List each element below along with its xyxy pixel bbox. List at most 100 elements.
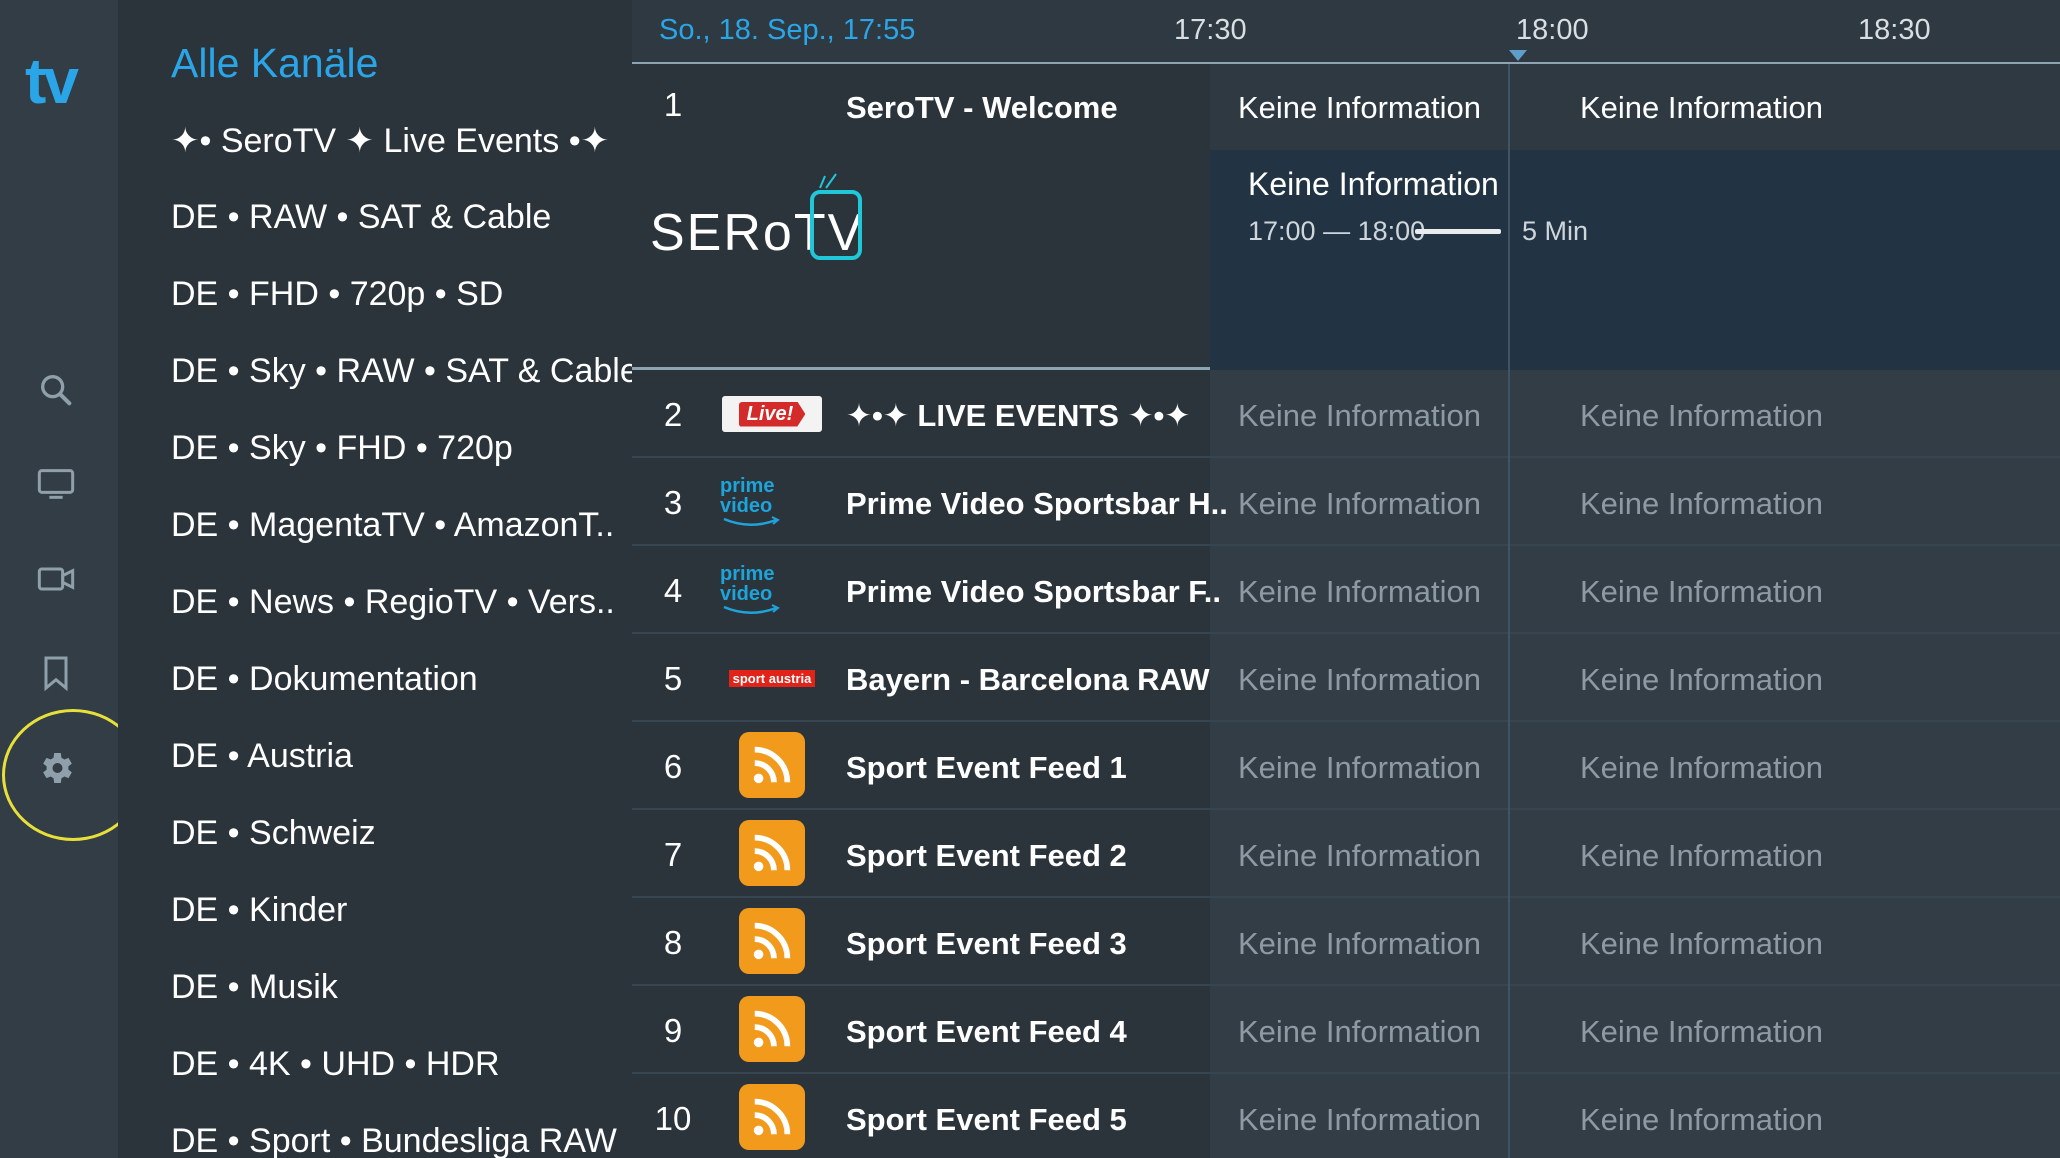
program-cell[interactable]: Keine Information [1238, 1102, 1481, 1138]
channel-row[interactable]: 3 prime video Prime Video Sportsbar H.. … [632, 458, 2060, 546]
program-cell[interactable]: Keine Information [1580, 926, 1823, 962]
time-tick: 17:30 [1174, 14, 1247, 46]
channel-number: 9 [663, 1012, 683, 1049]
channel-name: Sport Event Feed 1 [846, 750, 1127, 785]
channel-logo [720, 732, 824, 798]
now-line [1508, 64, 1510, 1158]
channel-row[interactable]: 5 sport austria Bayern - Barcelona RAW K… [632, 634, 2060, 722]
channel-name: SeroTV - Welcome [846, 90, 1118, 125]
channel-row-selected[interactable]: 1 SeroTV - Welcome SERoTV Keine Informat… [632, 64, 2060, 370]
rss-icon [753, 1010, 791, 1048]
video-camera-icon [37, 567, 75, 591]
program-cell[interactable]: Keine Information [1238, 662, 1481, 698]
program-cell[interactable]: Keine Information [1580, 1014, 1823, 1050]
program-cell[interactable]: Keine Information [1238, 486, 1481, 522]
category-item[interactable]: DE • Sky • RAW • SAT & Cable [171, 352, 632, 391]
search-icon [41, 375, 72, 406]
program-cell[interactable]: Keine Information [1580, 1102, 1823, 1138]
live-logo-text: Live! [738, 401, 806, 427]
category-item[interactable]: ✦• SeroTV ✦ Live Events •✦ [171, 121, 609, 161]
channel-number: 6 [663, 748, 683, 785]
channel-logo [720, 1084, 824, 1150]
program-cell[interactable]: Keine Information [1580, 398, 1823, 434]
channel-row[interactable]: 9 Sport Event Feed 4 Keine Information K… [632, 986, 2060, 1074]
channel-name: Prime Video Sportsbar H.. [846, 486, 1228, 521]
category-item[interactable]: DE • Austria [171, 737, 353, 776]
channel-name: Sport Event Feed 4 [846, 1014, 1127, 1049]
program-cell[interactable]: Keine Information [1580, 662, 1823, 698]
search-button[interactable] [34, 368, 78, 412]
program-cell[interactable]: Keine Information [1238, 398, 1481, 434]
program-cell[interactable]: Keine Information [1580, 574, 1823, 610]
channel-number: 7 [663, 836, 683, 873]
program-cell[interactable]: Keine Information [1580, 838, 1823, 874]
program-remaining: 5 Min [1522, 216, 1589, 246]
channel-logo [720, 908, 824, 974]
time-bar: So., 18. Sep., 17:55 17:30 18:00 18:30 [632, 0, 2060, 64]
category-item[interactable]: DE • MagentaTV • AmazonT.. [171, 506, 614, 545]
prime-video-logo-text: prime video [720, 563, 775, 605]
channel-name: Sport Event Feed 3 [846, 926, 1127, 961]
channel-row[interactable]: 10 Sport Event Feed 5 Keine Information … [632, 1074, 2060, 1158]
current-date-time: So., 18. Sep., 17:55 [659, 14, 916, 46]
category-item[interactable]: DE • FHD • 720p • SD [171, 275, 503, 314]
category-list: Alle Kanäle ✦• SeroTV ✦ Live Events •✦ D… [118, 0, 632, 1158]
category-item[interactable]: DE • Musik [171, 968, 338, 1007]
channel-number: 8 [663, 924, 683, 961]
serotv-logo: SERoTV [650, 173, 864, 262]
serotv-logo-text: SERoTV [650, 204, 864, 262]
category-item[interactable]: DE • Schweiz [171, 814, 376, 853]
prime-video-logo: prime video [720, 471, 824, 533]
channel-number: 5 [663, 660, 683, 697]
channel-name: Sport Event Feed 5 [846, 1102, 1127, 1137]
category-item[interactable]: DE • News • RegioTV • Vers.. [171, 583, 615, 622]
live-tv-button[interactable] [34, 462, 78, 506]
channel-row[interactable]: 2 Live! ✦•✦ LIVE EVENTS ✦•✦ Keine Inform… [632, 370, 2060, 458]
time-tick: 18:00 [1516, 14, 1589, 46]
category-item[interactable]: DE • 4K • UHD • HDR [171, 1045, 500, 1084]
category-item[interactable]: DE • Sky • FHD • 720p [171, 429, 513, 468]
channel-row[interactable]: 7 Sport Event Feed 2 Keine Information K… [632, 810, 2060, 898]
category-item[interactable]: DE • RAW • SAT & Cable [171, 198, 551, 237]
now-marker [1509, 50, 1527, 61]
sport-austria-logo-text: sport austria [728, 669, 816, 687]
channel-number: 1 [663, 86, 683, 123]
nav-rail: tv [0, 0, 144, 1158]
channel-name: Prime Video Sportsbar F.. [846, 574, 1221, 609]
prime-video-logo: prime video [720, 559, 824, 621]
channel-number: 3 [663, 484, 683, 521]
category-item[interactable]: DE • Kinder [171, 891, 347, 930]
program-cell[interactable]: Keine Information [1580, 90, 1823, 126]
channel-row[interactable]: 4 prime video Prime Video Sportsbar F.. … [632, 546, 2060, 634]
channel-name: Sport Event Feed 2 [846, 838, 1127, 873]
program-cell[interactable]: Keine Information [1238, 926, 1481, 962]
channel-row[interactable]: 8 Sport Event Feed 3 Keine Information K… [632, 898, 2060, 986]
category-item[interactable]: DE • Dokumentation [171, 660, 478, 699]
program-cell[interactable]: Keine Information [1238, 574, 1481, 610]
channel-row[interactable]: 6 Sport Event Feed 1 Keine Information K… [632, 722, 2060, 810]
channel-logo [720, 996, 824, 1062]
app-logo: tv [25, 45, 79, 117]
live-logo: Live! [720, 383, 824, 445]
channel-logo [720, 820, 824, 886]
channel-number: 2 [663, 396, 683, 433]
category-item[interactable]: DE • Sport • Bundesliga RAW [171, 1122, 617, 1158]
program-cell[interactable]: Keine Information [1580, 750, 1823, 786]
program-cell[interactable]: Keine Information [1580, 486, 1823, 522]
program-cell[interactable]: Keine Information [1238, 838, 1481, 874]
recordings-button[interactable] [34, 557, 78, 601]
category-title[interactable]: Alle Kanäle [171, 40, 378, 87]
program-cell[interactable]: Keine Information [1238, 90, 1481, 126]
tv-icon [37, 469, 75, 499]
program-cell[interactable]: Keine Information [1238, 1014, 1481, 1050]
channel-number: 10 [654, 1100, 692, 1137]
rss-icon [753, 1098, 791, 1136]
rss-icon [753, 922, 791, 960]
rss-icon [753, 746, 791, 784]
program-cell[interactable]: Keine Information [1238, 750, 1481, 786]
channel-name: ✦•✦ LIVE EVENTS ✦•✦ [846, 398, 1191, 433]
bookmarks-button[interactable] [34, 651, 78, 695]
bookmark-icon [44, 656, 68, 692]
time-tick: 18:30 [1858, 14, 1931, 46]
prime-video-logo-text: prime video [720, 475, 775, 517]
